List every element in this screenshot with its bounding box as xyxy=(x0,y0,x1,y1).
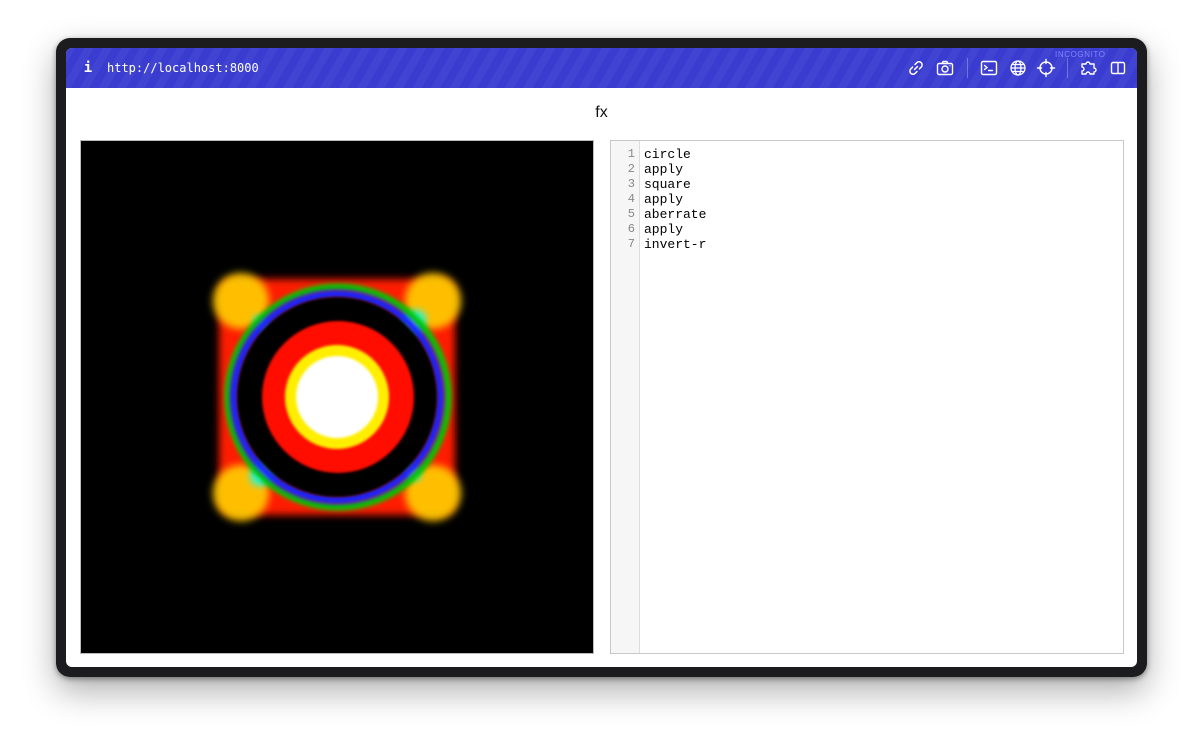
toolbar-divider xyxy=(1067,58,1068,78)
terminal-icon[interactable] xyxy=(979,58,999,78)
code-line[interactable]: invert-r xyxy=(644,237,1123,252)
render-image xyxy=(81,141,593,653)
puzzle-icon[interactable] xyxy=(1079,58,1099,78)
camera-icon[interactable] xyxy=(935,58,955,78)
line-number: 6 xyxy=(627,222,635,236)
line-number: 1 xyxy=(627,147,635,161)
page-title: fx xyxy=(595,104,608,121)
toolbar-divider xyxy=(967,58,968,78)
line-number: 2 xyxy=(627,162,635,176)
line-number: 5 xyxy=(627,207,635,221)
crosshair-icon[interactable] xyxy=(1036,58,1056,78)
code-line[interactable]: aberrate xyxy=(644,207,1123,222)
line-number-gutter: 1 2 3 4 5 6 7 xyxy=(611,141,640,653)
code-line[interactable]: square xyxy=(644,177,1123,192)
info-button[interactable]: i xyxy=(80,58,96,78)
code-editor[interactable]: 1 2 3 4 5 6 7 circle apply square apply … xyxy=(610,140,1124,654)
line-number: 4 xyxy=(627,192,635,206)
line-number: 7 xyxy=(627,237,635,251)
browser-window: i http://localhost:8000 INCOGNITO fx 1 2… xyxy=(66,48,1137,667)
browser-toolbar: i http://localhost:8000 INCOGNITO xyxy=(66,48,1137,88)
sidebar-icon[interactable] xyxy=(1108,58,1128,78)
code-area[interactable]: circle apply square apply aberrate apply… xyxy=(640,141,1123,653)
code-line[interactable]: circle xyxy=(644,147,1123,162)
line-number: 3 xyxy=(627,177,635,191)
white-core xyxy=(296,356,378,438)
code-line[interactable]: apply xyxy=(644,162,1123,177)
code-line[interactable]: apply xyxy=(644,192,1123,207)
device-frame: i http://localhost:8000 INCOGNITO fx 1 2… xyxy=(56,38,1147,677)
code-line[interactable]: apply xyxy=(644,222,1123,237)
address-bar[interactable]: http://localhost:8000 xyxy=(107,59,259,77)
globe-icon[interactable] xyxy=(1008,58,1028,78)
render-canvas xyxy=(80,140,594,654)
link-icon[interactable] xyxy=(906,58,926,78)
